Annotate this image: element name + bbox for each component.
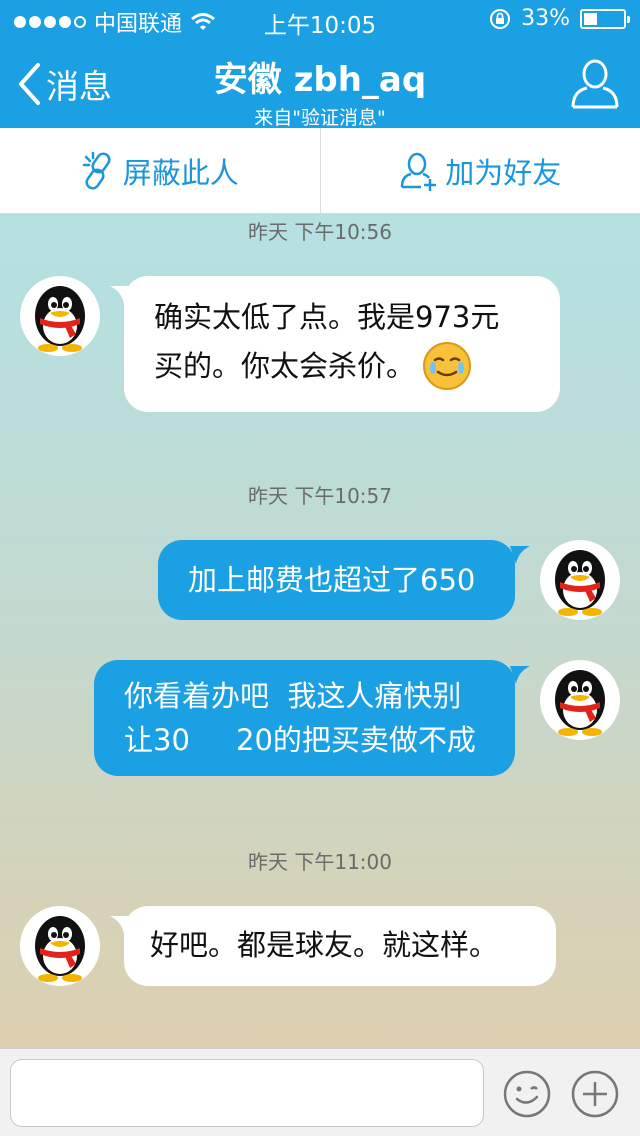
bubble-tail [510, 546, 530, 564]
add-friend-label: 加为好友 [445, 155, 562, 190]
input-bar [0, 1048, 640, 1136]
penguin-avatar-icon [35, 286, 85, 352]
message-text-line: 好吧。都是球友。就这样。 [150, 928, 499, 962]
bubble-tail [510, 666, 530, 684]
message-text-line: 买的。你太会杀价。 [154, 349, 416, 383]
message-bubble-incoming[interactable]: 确实太低了点。我是973元 买的。你太会杀价。 [124, 276, 560, 412]
chat-title: 安徽 zbh_aq [213, 60, 427, 100]
message-text-line: 加上邮费也超过了650 [188, 563, 476, 597]
more-options-button[interactable] [570, 1069, 620, 1119]
message-bubble-outgoing[interactable]: 加上邮费也超过了650 [158, 540, 515, 620]
timestamp: 昨天 下午10:56 [248, 220, 392, 244]
message-text-line: 让30 20的把买卖做不成 [124, 723, 476, 757]
penguin-avatar-icon [35, 916, 85, 982]
message-text-line: 确实太低了点。我是973元 [154, 300, 500, 334]
emoji-button[interactable] [502, 1069, 552, 1119]
add-friend-icon [400, 152, 437, 191]
avatar[interactable] [20, 906, 100, 986]
timestamp: 昨天 下午11:00 [248, 850, 392, 874]
battery-percent: 33% [521, 6, 570, 31]
message-text-line: 你看着办吧 我这人痛快别 [124, 679, 462, 713]
link-block-icon [82, 151, 111, 190]
battery-icon [580, 8, 630, 29]
profile-button[interactable] [570, 58, 620, 110]
chat-subtitle: 来自"验证消息" [254, 107, 386, 129]
block-user-label: 屏蔽此人 [122, 155, 239, 190]
add-friend-button[interactable]: 加为好友 [319, 128, 640, 213]
status-bar: 中国联通 上午10:05 33% [0, 0, 640, 40]
action-bar: 屏蔽此人 加为好友 [0, 128, 640, 214]
message-input[interactable] [10, 1059, 484, 1127]
block-user-button[interactable]: 屏蔽此人 [0, 128, 320, 213]
penguin-avatar-icon [555, 670, 605, 736]
header: 中国联通 上午10:05 33% 消息 安徽 zbh_aq 来自"验证消息" [0, 0, 640, 129]
timestamp: 昨天 下午10:57 [248, 484, 392, 508]
profile-icon [571, 59, 619, 109]
crying-laugh-emoji-icon [423, 342, 472, 390]
avatar[interactable] [540, 660, 620, 740]
plus-icon [571, 1070, 619, 1118]
penguin-avatar-icon [555, 550, 605, 616]
lock-rotation-icon [490, 8, 511, 29]
message-bubble-outgoing[interactable]: 你看着办吧 我这人痛快别 让30 20的把买卖做不成 [94, 660, 515, 776]
avatar[interactable] [20, 276, 100, 356]
message-bubble-incoming[interactable]: 好吧。都是球友。就这样。 [124, 906, 556, 986]
avatar[interactable] [540, 540, 620, 620]
emoji-icon [503, 1070, 551, 1118]
